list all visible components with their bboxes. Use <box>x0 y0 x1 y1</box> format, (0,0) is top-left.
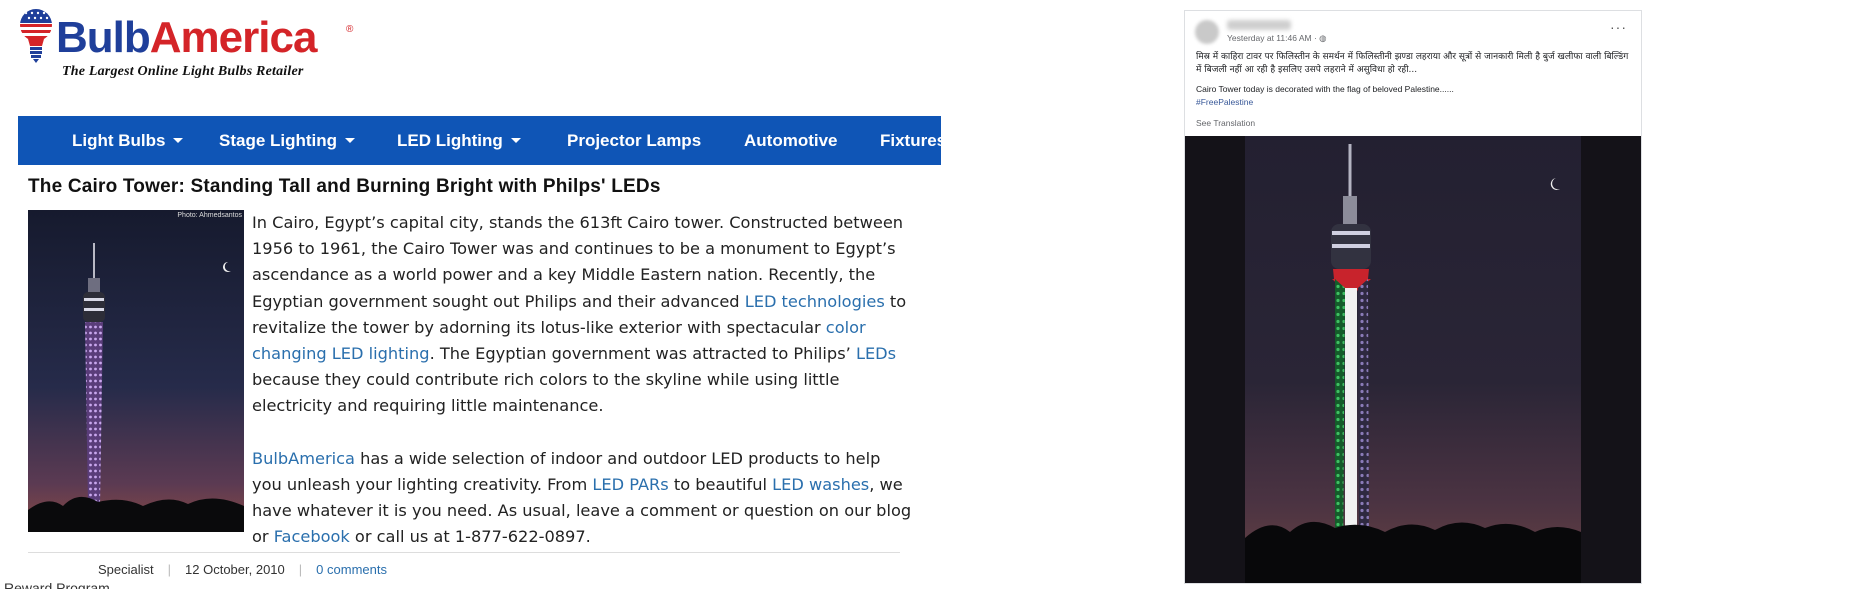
globe-icon: ◍ <box>1319 33 1327 43</box>
nav-light-bulbs[interactable]: Light Bulbs <box>72 116 184 165</box>
main-navbar: Light Bulbs Stage Lighting LED Lighting … <box>18 116 941 165</box>
link-bulbamerica[interactable]: BulbAmerica <box>252 449 355 468</box>
tower-flag-image <box>1185 136 1641 583</box>
nav-stage-lighting[interactable]: Stage Lighting <box>219 116 356 165</box>
timestamp-text: Yesterday at 11:46 AM · <box>1227 33 1320 43</box>
article-title: The Cairo Tower: Standing Tall and Burni… <box>28 176 661 197</box>
hashtag-link[interactable]: #FreePalestine <box>1196 97 1253 107</box>
divider <box>28 552 900 553</box>
nav-label: Projector Lamps <box>567 131 702 150</box>
link-led-technologies[interactable]: LED technologies <box>745 292 885 311</box>
cairo-tower-image <box>28 210 244 532</box>
text: because they could contribute rich color… <box>252 370 840 416</box>
paragraph-1: In Cairo, Egypt’s capital city, stands t… <box>252 210 912 420</box>
logo-word-bulb: Bulb <box>56 13 151 62</box>
post-text-hindi: मिस्र में काहिरा टावर पर फिलिस्तीन के सम… <box>1196 52 1629 75</box>
nav-label: Light Bulbs <box>72 131 166 150</box>
nav-label: LED Lighting <box>397 131 503 150</box>
author-name-blurred[interactable] <box>1227 20 1291 30</box>
reward-program-link[interactable]: Reward Program <box>4 580 110 589</box>
photo-credit: Photo: Ahmedsantos <box>177 212 242 219</box>
logo-wordmark: BulbAmerica <box>56 13 318 62</box>
paragraph-2: BulbAmerica has a wide selection of indo… <box>252 446 912 551</box>
link-leds[interactable]: LEDs <box>856 344 896 363</box>
separator: | <box>298 562 303 577</box>
more-options-icon[interactable]: ··· <box>1610 20 1627 34</box>
see-translation-link[interactable]: See Translation <box>1196 118 1255 128</box>
logo-word-america: America <box>149 13 318 62</box>
nav-label: Stage Lighting <box>219 131 338 150</box>
nav-led-lighting[interactable]: LED Lighting <box>397 116 521 165</box>
nav-label: Automotive <box>744 131 838 150</box>
link-led-pars[interactable]: LED PARs <box>592 475 668 494</box>
nav-automotive[interactable]: Automotive <box>744 116 838 165</box>
bulbamerica-logo[interactable]: BulbAmerica ® The Largest Online Light B… <box>18 6 358 86</box>
registered-mark: ® <box>346 24 354 35</box>
comments-link[interactable]: 0 comments <box>316 562 387 577</box>
separator: | <box>167 562 172 577</box>
text: or call us at 1-877-622-0897. <box>349 527 591 547</box>
cairo-tower-flag-photo[interactable] <box>1185 136 1641 583</box>
caret-down-icon <box>345 138 356 144</box>
article-body: In Cairo, Egypt’s capital city, stands t… <box>252 210 912 576</box>
nav-fixtures[interactable]: Fixtures <box>880 116 941 165</box>
link-facebook[interactable]: Facebook <box>274 527 350 546</box>
text: to beautiful <box>668 474 773 494</box>
cairo-tower-photo[interactable]: Photo: Ahmedsantos <box>28 210 244 532</box>
flag-bulb-icon <box>20 9 52 63</box>
blog-page: BulbAmerica ® The Largest Online Light B… <box>0 0 960 589</box>
avatar[interactable] <box>1195 20 1219 44</box>
post-text-english: Cairo Tower today is decorated with the … <box>1196 84 1454 94</box>
social-post: Yesterday at 11:46 AM · ◍ ··· मिस्र में … <box>1184 10 1642 584</box>
post-timestamp[interactable]: Yesterday at 11:46 AM · ◍ <box>1227 33 1327 44</box>
logo-tagline: The Largest Online Light Bulbs Retailer <box>62 64 304 79</box>
meta-date: 12 October, 2010 <box>185 562 285 577</box>
caret-down-icon <box>173 138 184 144</box>
meta-author: Specialist <box>98 562 154 577</box>
text: . The Egyptian government was attracted … <box>429 344 856 364</box>
link-led-washes[interactable]: LED washes <box>772 475 869 494</box>
nav-label: Fixtures <box>880 131 941 150</box>
nav-projector-lamps[interactable]: Projector Lamps <box>567 116 701 165</box>
caret-down-icon <box>510 138 521 144</box>
article-meta: Specialist | 12 October, 2010 | 0 comments <box>28 562 387 577</box>
